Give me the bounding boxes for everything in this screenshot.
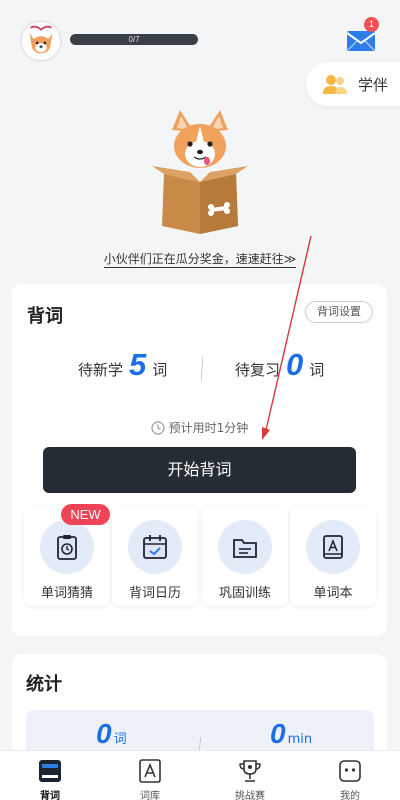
tool-icon-bg (218, 520, 272, 574)
tool-label: 背词日历 (128, 586, 181, 601)
clipboard-clock-icon (57, 535, 77, 560)
new-words-count: 5 (129, 347, 147, 382)
review-words-unit: 词 (309, 361, 325, 379)
study-card-title: 背词 (27, 306, 63, 327)
companion-label: 学伴 (358, 75, 389, 94)
book-tab-icon (39, 760, 61, 782)
study-companion-button[interactable]: 学伴 (306, 62, 400, 106)
tool-icon-bg (40, 520, 94, 574)
study-card: 背词 背词设置 待新学 5 词 待复习 0 词 预计用时1分钟 开始背词 NEW (12, 284, 387, 636)
time-estimate-text: 预计用时1分钟 (168, 421, 249, 435)
companions-icon (323, 75, 347, 94)
mail-unread-badge: 1 (364, 17, 379, 32)
words-learned-unit: 词 (113, 732, 127, 747)
study-minutes-unit: min (287, 732, 313, 747)
corgi-in-box-mascot (152, 110, 248, 234)
corgi-avatar-icon (22, 22, 60, 60)
tool-label: 巩固训练 (218, 586, 271, 601)
time-estimate: 预计用时1分钟 (12, 419, 387, 436)
prize-event-link-text: 小伙伴们正在瓜分奖金，速速赶往≫ (103, 252, 297, 268)
prize-event-link[interactable]: 小伙伴们正在瓜分奖金，速速赶往≫ (0, 250, 400, 268)
tool-icon-bg (306, 520, 360, 574)
trophy-icon (239, 760, 261, 782)
bottom-tab-bar: 背词 词库 挑战赛 我的 (0, 750, 400, 800)
tool-word-book[interactable]: 单词本 (290, 506, 376, 606)
review-words-stat: 待复习 0 词 (235, 348, 324, 382)
study-minutes-stat: 0 min (270, 718, 312, 750)
study-progress-bar: 0/7 (70, 34, 198, 45)
calendar-check-icon (143, 535, 167, 559)
tab-word-library[interactable]: 词库 (120, 756, 180, 800)
tool-icon-bg (128, 520, 182, 574)
stat-divider (201, 356, 203, 382)
new-words-label: 待新学 (78, 361, 124, 379)
new-words-unit: 词 (152, 361, 168, 379)
tab-label: 背词 (40, 791, 60, 800)
folder-icon (233, 539, 257, 558)
words-learned-count: 0 (96, 718, 112, 749)
study-minutes-count: 0 (270, 718, 286, 749)
tab-label: 挑战赛 (235, 791, 265, 800)
tab-profile[interactable]: 我的 (320, 756, 380, 800)
tab-label: 词库 (140, 791, 160, 800)
tool-consolidation-training[interactable]: 巩固训练 (202, 506, 288, 606)
letter-a-icon (139, 759, 161, 783)
tab-label: 我的 (340, 791, 360, 800)
start-study-button[interactable]: 开始背词 (43, 447, 356, 493)
app-screen: 0/7 1 学伴 小伙伴们正在瓜分奖金，速速赶往≫ 背词 背词设置 待新学 5 … (0, 0, 400, 800)
tab-study[interactable]: 背词 (20, 756, 80, 800)
clock-icon (151, 420, 165, 435)
progress-label: 0/7 (128, 35, 140, 44)
face-icon (339, 760, 361, 782)
tab-challenge[interactable]: 挑战赛 (220, 756, 280, 800)
tool-label: 单词本 (313, 586, 353, 601)
statistics-title: 统计 (26, 674, 62, 695)
study-settings-button[interactable]: 背词设置 (305, 301, 373, 323)
new-feature-badge: NEW (61, 504, 110, 525)
tool-label: 单词猜猜 (40, 586, 93, 601)
user-avatar[interactable] (20, 20, 62, 62)
tool-study-calendar[interactable]: 背词日历 (112, 506, 198, 606)
words-learned-stat: 0 词 (96, 718, 127, 750)
book-letter-icon (323, 535, 343, 559)
new-words-stat: 待新学 5 词 (78, 348, 167, 382)
review-words-label: 待复习 (235, 361, 281, 379)
review-words-count: 0 (286, 347, 304, 382)
